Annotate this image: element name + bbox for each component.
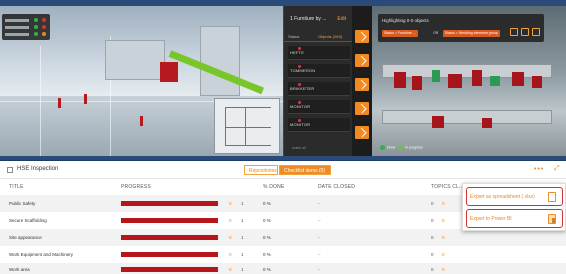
- row-title: Site appearance: [9, 235, 42, 240]
- edit-link[interactable]: Edit: [337, 16, 346, 22]
- close-icon[interactable]: [532, 28, 540, 36]
- red-object-element[interactable]: [482, 118, 492, 128]
- status-legend: Done In progress: [380, 145, 423, 150]
- red-object-element[interactable]: [412, 76, 422, 90]
- list-item[interactable]: TOMMERON: [288, 64, 350, 78]
- row-title: Public Safety: [9, 201, 36, 206]
- filter-chip[interactable]: Status = Wedding elements group: [443, 30, 500, 37]
- list-item[interactable]: MONITOR: [288, 118, 350, 132]
- green-object-element[interactable]: [490, 76, 500, 86]
- table-row[interactable]: Site appearance 0 1 0 % – 0 0: [0, 229, 566, 246]
- scene-wall: [200, 26, 240, 96]
- more-options-icon[interactable]: •••: [534, 166, 544, 173]
- progress-bar: [121, 252, 218, 257]
- export-powerbi-option[interactable]: Export to Power BI: [466, 209, 563, 228]
- panel-title: HSE Inspection: [17, 166, 59, 172]
- search-icon[interactable]: [510, 28, 518, 36]
- red-object-element[interactable]: [532, 76, 542, 88]
- tab-objects[interactable]: Objects (263): [318, 34, 342, 39]
- list-item[interactable]: HEFTE: [288, 46, 350, 60]
- list-item[interactable]: MONITOR: [288, 100, 350, 114]
- red-marker-element: [84, 94, 87, 104]
- red-marker-element: [58, 98, 61, 108]
- scene-shelf: [382, 110, 552, 124]
- column-header-date-closed[interactable]: DATE CLOSED: [318, 184, 355, 190]
- status-dot: [42, 32, 46, 36]
- column-header-progress[interactable]: PROGRESS: [121, 184, 151, 190]
- export-powerbi-label: Export to Power BI: [470, 216, 512, 222]
- copy-icon[interactable]: [521, 28, 529, 36]
- panel-tabs: Status Objects (263): [284, 32, 353, 42]
- filter-chip[interactable]: Status = Furniture ...: [382, 30, 418, 37]
- object-legend-panel[interactable]: [2, 14, 50, 40]
- chevron-right-icon[interactable]: [355, 30, 369, 43]
- legend-dot: [398, 145, 404, 150]
- status-dot: [34, 25, 38, 29]
- expand-icon[interactable]: ⤢: [554, 165, 560, 173]
- red-object-element[interactable]: [512, 72, 524, 86]
- progress-bar: [121, 267, 218, 272]
- status-dot: [34, 32, 38, 36]
- or-label: OR: [433, 31, 439, 35]
- export-spreadsheet-option[interactable]: Export as spreadsheet (.xlsx): [466, 187, 563, 206]
- red-object-element[interactable]: [394, 72, 406, 88]
- column-header-title[interactable]: TITLE: [9, 184, 24, 190]
- red-object-element[interactable]: [432, 116, 444, 128]
- chevron-right-icon[interactable]: [355, 54, 369, 67]
- red-object-element[interactable]: [448, 74, 462, 88]
- status-dot: [34, 18, 38, 22]
- chevron-right-icon[interactable]: [355, 78, 369, 91]
- highlight-filter-bar: Highlighting 0-0 objects Status = Furnit…: [378, 14, 544, 42]
- tab-repositories[interactable]: Repositories: [244, 165, 278, 175]
- table-row[interactable]: Work Equipment and Machinery 0 1 0 % – 0…: [0, 246, 566, 263]
- select-all-link[interactable]: select all: [292, 146, 306, 150]
- floor-plan-minimap[interactable]: [214, 98, 280, 154]
- row-title: Work Equipment and Machinery: [9, 252, 73, 257]
- legend-dot: [380, 145, 385, 150]
- column-header-done[interactable]: % DONE: [263, 184, 284, 190]
- furniture-list-panel: 1 Furniture by ... Edit Status Objects (…: [283, 6, 353, 156]
- row-title: Work area: [9, 267, 30, 272]
- red-object-element[interactable]: [160, 62, 178, 82]
- highlight-title: Highlighting 0-0 objects: [382, 18, 429, 23]
- tab-checklist-items[interactable]: Checklist items (0): [279, 165, 331, 175]
- export-menu: Export as spreadsheet (.xlsx) Export to …: [462, 183, 566, 231]
- progress-bar: [121, 201, 218, 206]
- column-header-topics[interactable]: TOPICS CL...: [431, 184, 464, 190]
- export-spreadsheet-label: Export as spreadsheet (.xlsx): [470, 194, 535, 200]
- model-viewport[interactable]: 1 Furniture by ... Edit Status Objects (…: [0, 0, 566, 160]
- red-marker-element: [140, 116, 143, 126]
- 3d-scene-right[interactable]: Highlighting 0-0 objects Status = Furnit…: [372, 6, 566, 156]
- list-item[interactable]: BRIKKETER: [288, 82, 350, 96]
- red-object-element[interactable]: [472, 70, 482, 86]
- scene-wall: [105, 40, 165, 80]
- panel-header: HSE Inspection Repositories Checklist it…: [0, 161, 566, 179]
- powerbi-icon: [548, 214, 556, 224]
- status-dot: [42, 25, 46, 29]
- tab-status[interactable]: Status: [288, 34, 299, 39]
- row-title: Secure Scaffolding: [9, 218, 47, 223]
- app-root: 1 Furniture by ... Edit Status Objects (…: [0, 0, 566, 274]
- chevron-right-icon[interactable]: [355, 102, 369, 115]
- table-row[interactable]: Work area 0 1 0 % – 0 0: [0, 263, 566, 274]
- spreadsheet-icon: [548, 192, 556, 202]
- chevron-right-icon[interactable]: [355, 126, 369, 139]
- select-checkbox[interactable]: [7, 167, 13, 173]
- status-dot: [42, 18, 46, 22]
- 3d-scene-left[interactable]: [0, 6, 283, 156]
- progress-bar: [121, 235, 218, 240]
- progress-bar: [121, 218, 218, 223]
- scene-shelf: [382, 64, 552, 78]
- panel-title: 1 Furniture by ...: [290, 16, 327, 22]
- action-strip: [352, 6, 372, 156]
- green-object-element[interactable]: [432, 70, 440, 82]
